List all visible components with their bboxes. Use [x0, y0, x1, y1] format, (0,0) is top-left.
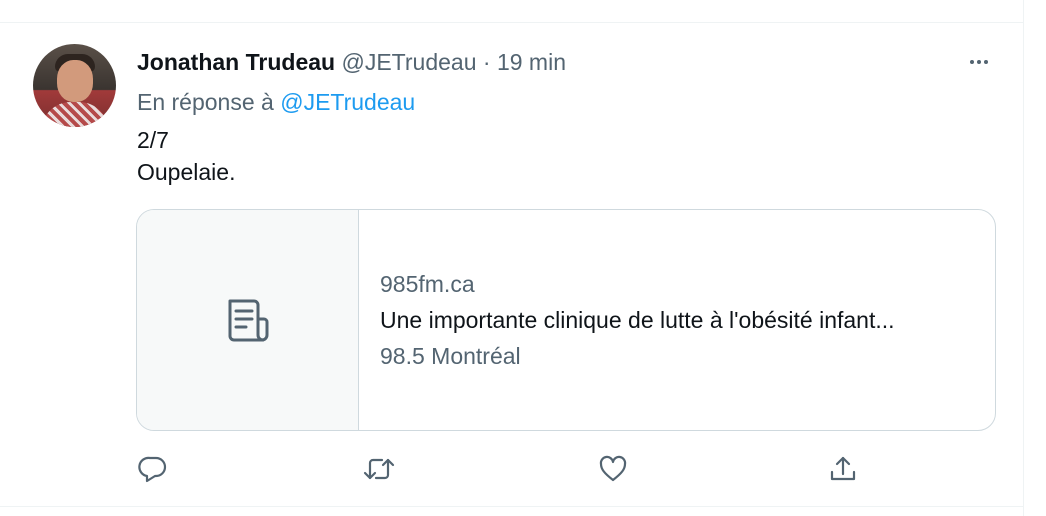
- reply-icon: [138, 456, 167, 483]
- bottom-divider: [0, 506, 1024, 507]
- avatar-face: [57, 60, 93, 102]
- tweet-text-line: Oupelaie.: [137, 159, 236, 185]
- separator-dot: ·: [482, 49, 491, 75]
- link-card[interactable]: 985fm.ca Une importante clinique de lutt…: [136, 209, 996, 431]
- card-body: 985fm.ca Une importante clinique de lutt…: [359, 210, 895, 430]
- card-title: Une importante clinique de lutte à l'obé…: [380, 307, 895, 333]
- share-icon: [830, 456, 856, 481]
- timestamp[interactable]: 19 min: [497, 49, 566, 75]
- tweet-text-line: 2/7: [137, 127, 169, 153]
- more-dot-icon: [977, 60, 981, 64]
- card-media: [137, 210, 359, 430]
- tweet-container: Jonathan Trudeau @JETrudeau · 19 min En …: [0, 0, 1024, 516]
- article-icon: [228, 299, 268, 342]
- action-bar: [0, 452, 1024, 486]
- tweet-text: 2/7 Oupelaie.: [137, 124, 235, 188]
- more-dot-icon: [984, 60, 988, 64]
- share-button[interactable]: [826, 452, 860, 486]
- tweet-header: Jonathan Trudeau @JETrudeau · 19 min: [137, 48, 566, 76]
- like-button[interactable]: [596, 452, 630, 486]
- avatar[interactable]: [33, 44, 116, 127]
- like-icon: [599, 455, 627, 482]
- reply-button[interactable]: [136, 452, 170, 486]
- retweet-button[interactable]: [362, 452, 396, 486]
- author-name[interactable]: Jonathan Trudeau: [137, 49, 335, 75]
- reply-prefix: En réponse à: [137, 89, 274, 115]
- reply-context: En réponse à @JETrudeau: [137, 88, 415, 116]
- card-source: 98.5 Montréal: [380, 343, 521, 369]
- author-handle[interactable]: @JETrudeau: [341, 49, 476, 75]
- more-dot-icon: [970, 60, 974, 64]
- retweet-icon: [363, 458, 395, 480]
- card-domain: 985fm.ca: [380, 271, 475, 297]
- top-divider: [0, 22, 1024, 23]
- reply-handle-link[interactable]: @JETrudeau: [280, 89, 415, 115]
- more-options-button[interactable]: [964, 50, 994, 74]
- avatar-shirt: [41, 102, 109, 127]
